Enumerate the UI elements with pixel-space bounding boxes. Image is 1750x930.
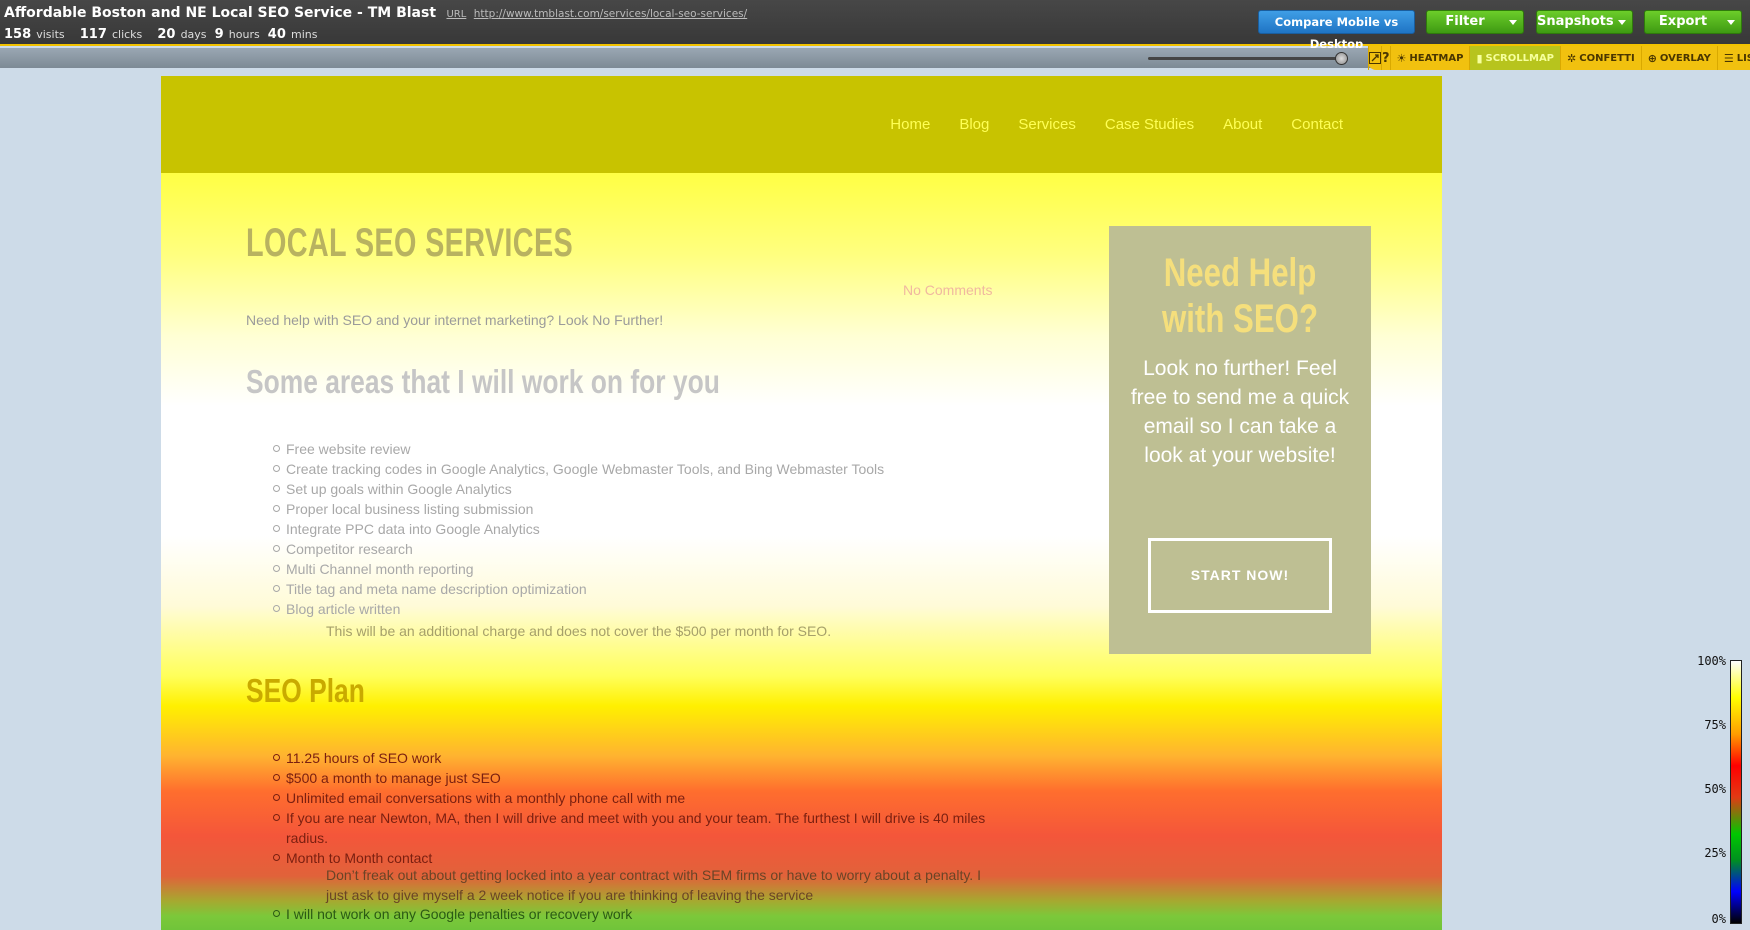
snapshots-button-label: Snapshots	[1537, 14, 1614, 29]
resize-icon-graphic	[1369, 52, 1381, 64]
top-bar: Affordable Boston and NE Local SEO Servi…	[0, 0, 1750, 51]
legend-label-75: 75%	[1704, 718, 1726, 732]
page-title: Affordable Boston and NE Local SEO Servi…	[4, 5, 437, 21]
plan-note: Don’t freak out about getting locked int…	[326, 867, 981, 903]
chevron-down-icon	[1509, 20, 1517, 25]
mins-label: mins	[290, 28, 318, 41]
list-item: Multi Channel month reporting	[273, 559, 1066, 579]
list-item: Proper local business listing submission	[273, 499, 1066, 519]
intro-text: Need help with SEO and your internet mar…	[246, 312, 664, 328]
list-item: $500 a month to manage just SEO	[273, 768, 1016, 788]
tab-list[interactable]: ☰ LIST	[1716, 46, 1750, 70]
sun-icon: ☀	[1396, 51, 1407, 65]
tab-overlay-label: OVERLAY	[1659, 52, 1711, 64]
no-comments-link[interactable]: No Comments	[903, 282, 992, 298]
nav-case-studies[interactable]: Case Studies	[1105, 116, 1194, 133]
nav-blog[interactable]: Blog	[959, 116, 989, 133]
nav-home[interactable]: Home	[890, 116, 930, 133]
list-item: Blog article written	[273, 599, 1066, 619]
chevron-down-icon	[1618, 20, 1626, 25]
page-heading: LOCAL SEO SERVICES	[246, 221, 574, 265]
legend-label-50: 50%	[1704, 782, 1726, 796]
tab-scrollmap[interactable]: ▮ SCROLLMAP	[1469, 46, 1561, 70]
visits-count: 158	[4, 27, 32, 42]
legend-label-100: 100%	[1697, 654, 1726, 668]
opacity-slider-handle[interactable]	[1335, 52, 1348, 65]
list-icon: ☰	[1723, 51, 1734, 65]
scrollmap-viewport[interactable]: Home Blog Services Case Studies About Co…	[161, 76, 1442, 930]
tab-confetti[interactable]: ✲ CONFETTI	[1560, 46, 1641, 70]
areas-heading: Some areas that I will work on for you	[246, 363, 720, 400]
plan-list-continued: I will not work on any Google penalties …	[273, 904, 1016, 924]
tab-scrollmap-label: SCROLLMAP	[1485, 52, 1555, 64]
list-item: Integrate PPC data into Google Analytics	[273, 519, 1066, 539]
list-item: Unlimited email conversations with a mon…	[273, 788, 1016, 808]
clicks-count: 117	[79, 27, 107, 42]
filter-button[interactable]: Filter	[1426, 10, 1524, 34]
legend-label-25: 25%	[1704, 846, 1726, 860]
chevron-down-icon	[1727, 20, 1735, 25]
hours-count: 9	[214, 27, 224, 42]
tab-heatmap-label: HEATMAP	[1409, 52, 1464, 64]
resize-icon[interactable]	[1368, 46, 1381, 70]
plus-circle-icon: ⊕	[1647, 51, 1657, 65]
page-url-link[interactable]: http://www.tmblast.com/services/local-se…	[474, 8, 747, 20]
plan-heading: SEO Plan	[246, 672, 365, 709]
areas-list: Free website review Create tracking code…	[273, 439, 1066, 619]
cta-heading: Need Help with SEO?	[1162, 251, 1318, 341]
nav-services[interactable]: Services	[1018, 116, 1076, 133]
cta-body: Look no further! Feel free to send me a …	[1130, 357, 1350, 467]
start-now-button[interactable]: START NOW!	[1148, 538, 1332, 613]
tab-overlay[interactable]: ⊕ OVERLAY	[1640, 46, 1717, 70]
filter-button-label: Filter	[1445, 14, 1485, 29]
list-item: I will not work on any Google penalties …	[273, 904, 1016, 924]
visits-label: visits	[36, 28, 65, 41]
list-item: Free website review	[273, 439, 1066, 459]
mode-tabs: ? ☀ HEATMAP ▮ SCROLLMAP ✲ CONFETTI ⊕ OVE…	[1368, 46, 1750, 70]
scroll-legend: 100% 75% 50% 25% 0%	[1690, 654, 1750, 930]
hours-label: hours	[228, 28, 260, 41]
nav-about[interactable]: About	[1223, 116, 1262, 133]
site-nav: Home Blog Services Case Studies About Co…	[861, 116, 1343, 133]
tab-confetti-label: CONFETTI	[1579, 52, 1635, 64]
plan-list: 11.25 hours of SEO work $500 a month to …	[273, 748, 1016, 868]
export-button[interactable]: Export	[1644, 10, 1742, 34]
clicks-label: clicks	[111, 28, 143, 41]
help-label: ?	[1382, 50, 1390, 66]
compare-mobile-desktop-button[interactable]: Compare Mobile vs Desktop	[1258, 10, 1415, 51]
cta-box: Need Help with SEO? Look no further! Fee…	[1109, 226, 1371, 654]
help-button[interactable]: ?	[1381, 46, 1390, 70]
legend-label-0: 0%	[1711, 912, 1726, 926]
url-label: URL	[446, 9, 467, 20]
stats-row: 158 visits 117 clicks 20 days 9 hours 40…	[4, 23, 327, 42]
page-title-row: Affordable Boston and NE Local SEO Servi…	[4, 4, 747, 22]
legend-color-bar	[1730, 660, 1742, 924]
opacity-slider-track[interactable]	[1148, 57, 1344, 60]
snapshots-button[interactable]: Snapshots	[1536, 10, 1633, 34]
tab-heatmap[interactable]: ☀ HEATMAP	[1389, 46, 1470, 70]
tab-list-label: LIST	[1736, 52, 1750, 64]
nav-contact[interactable]: Contact	[1291, 116, 1343, 133]
list-item: 11.25 hours of SEO work	[273, 748, 1016, 768]
list-item: If you are near Newton, MA, then I will …	[273, 808, 1016, 848]
mins-count: 40	[267, 27, 286, 42]
list-item: Competitor research	[273, 539, 1066, 559]
list-item: Set up goals within Google Analytics	[273, 479, 1066, 499]
list-item: Title tag and meta name description opti…	[273, 579, 1066, 599]
days-label: days	[180, 28, 207, 41]
list-item: Create tracking codes in Google Analytic…	[273, 459, 1066, 479]
export-button-label: Export	[1658, 14, 1708, 29]
scroll-bar-icon: ▮	[1476, 51, 1483, 65]
confetti-icon: ✲	[1567, 51, 1577, 65]
days-count: 20	[157, 27, 176, 42]
areas-note: This will be an additional charge and do…	[326, 623, 832, 639]
